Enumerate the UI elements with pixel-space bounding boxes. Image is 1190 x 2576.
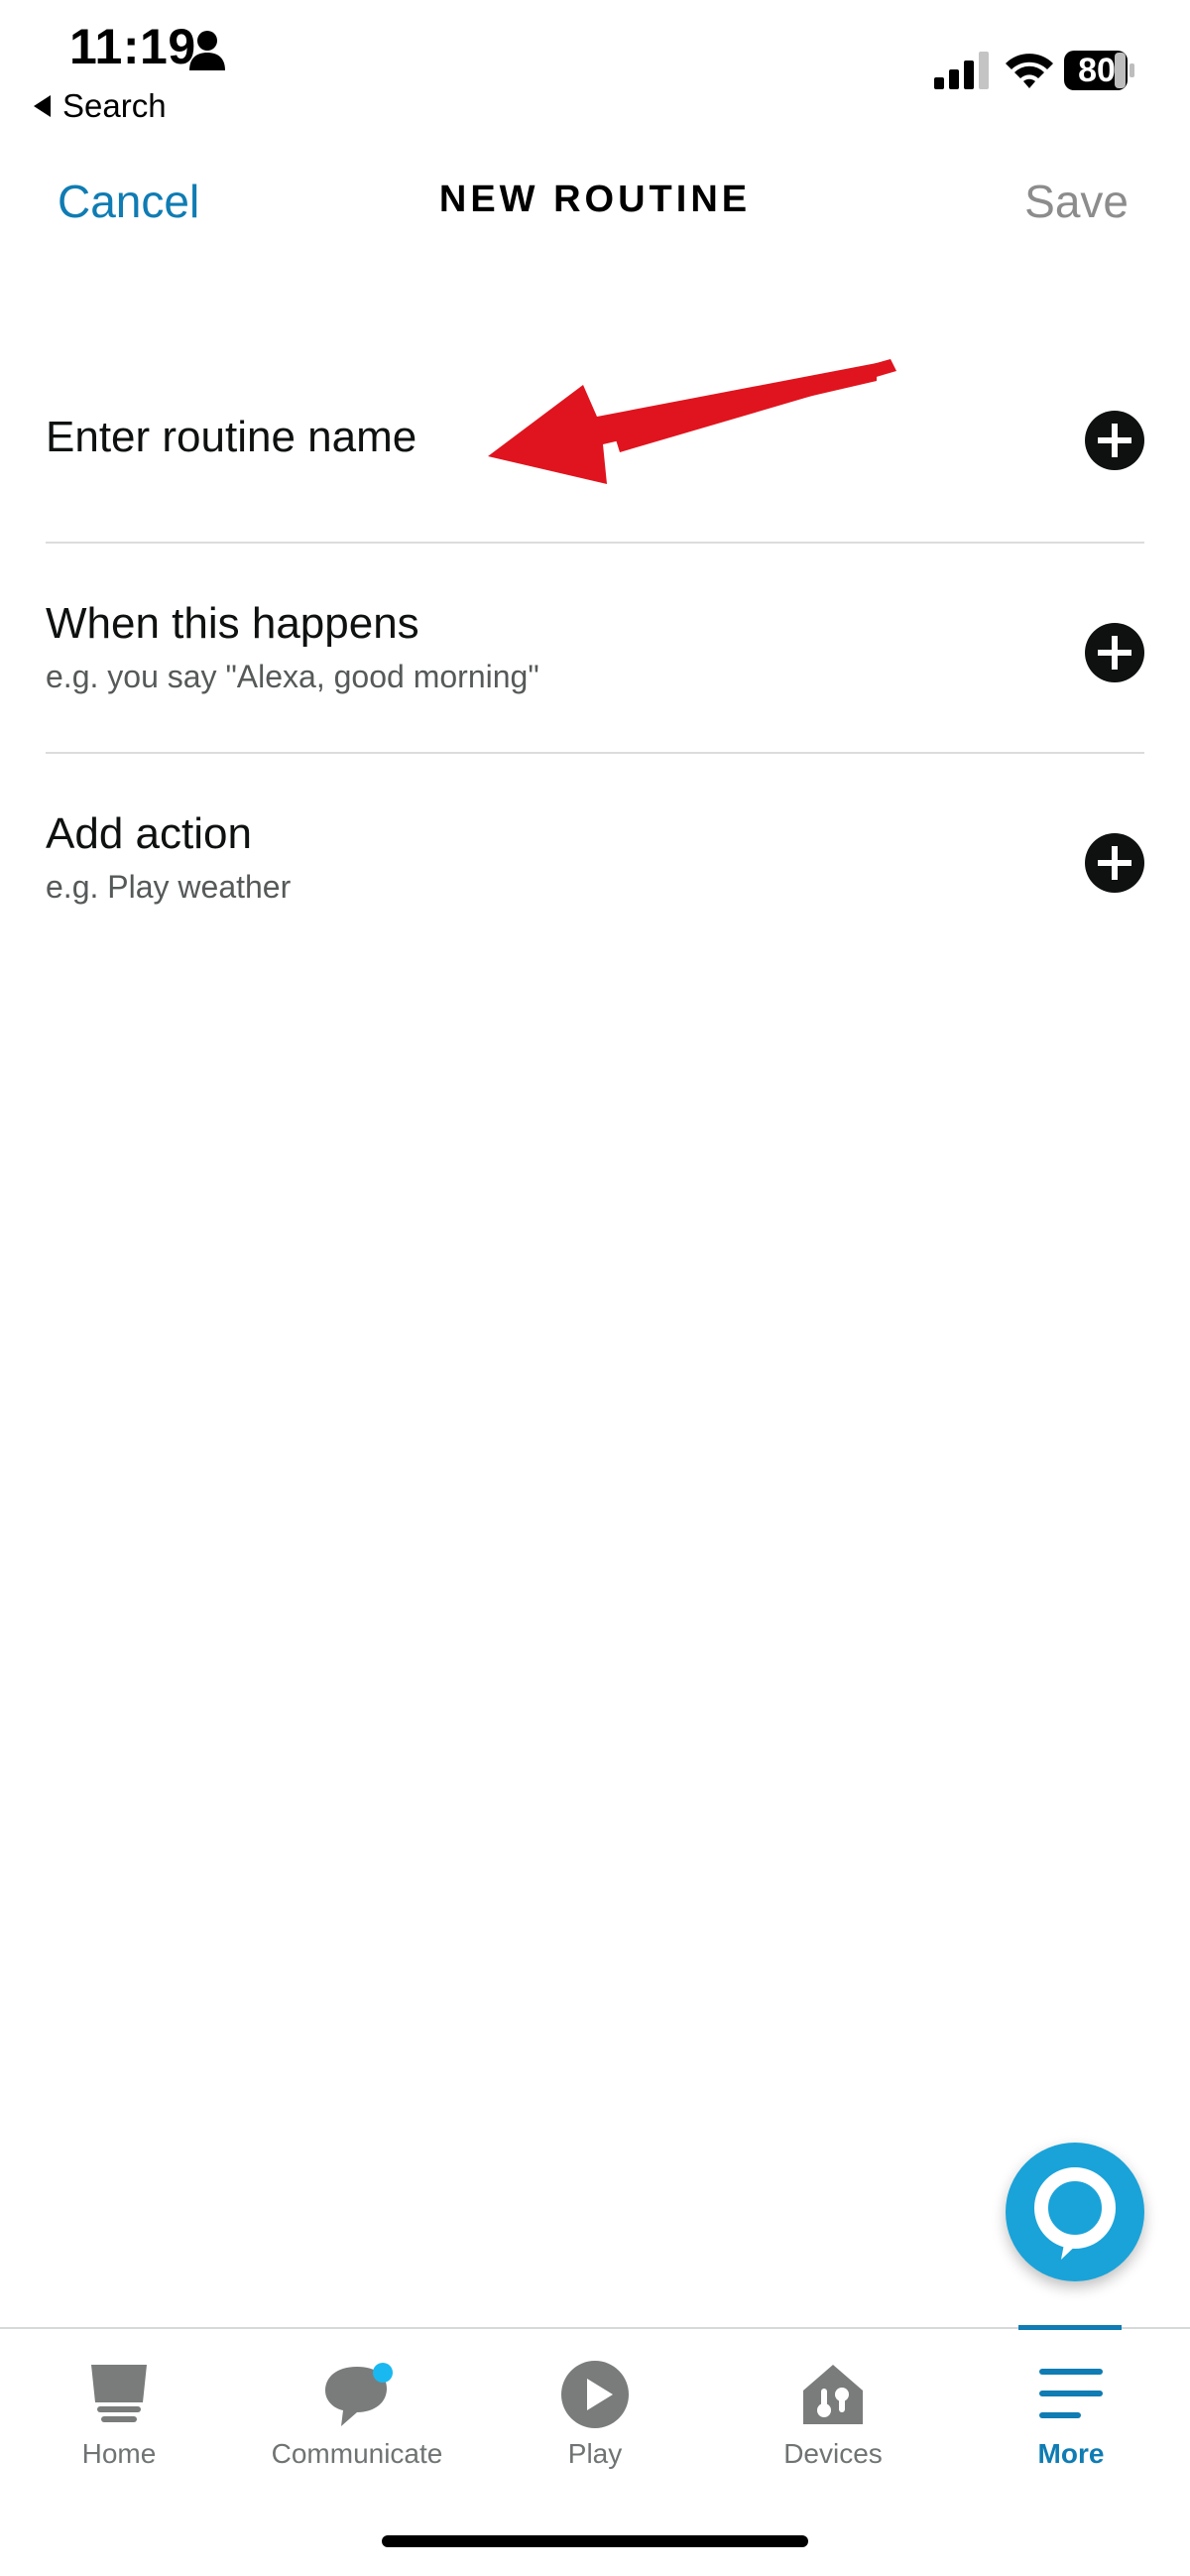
cellular-signal-icon xyxy=(934,52,989,89)
action-row[interactable]: Add action e.g. Play weather xyxy=(46,807,1144,917)
back-triangle-icon xyxy=(34,95,51,117)
screen: 11:19 Search 80 Cancel NEW ROUTINE Save … xyxy=(0,0,1190,2576)
tab-play-label: Play xyxy=(567,2438,623,2469)
action-label: Add action xyxy=(46,809,252,858)
home-indicator[interactable] xyxy=(382,2535,808,2547)
person-icon xyxy=(189,31,225,70)
save-button[interactable]: Save xyxy=(1024,175,1129,228)
back-to-search-link[interactable]: Search xyxy=(34,87,167,125)
add-trigger-icon[interactable] xyxy=(1085,623,1144,682)
devices-icon xyxy=(803,2365,863,2424)
status-time: 11:19 xyxy=(69,19,196,74)
alexa-icon xyxy=(1034,2167,1116,2260)
add-routine-name-icon[interactable] xyxy=(1085,411,1144,470)
tab-devices[interactable]: Devices xyxy=(714,2329,952,2498)
battery-level: 80 xyxy=(1078,52,1116,89)
tab-play[interactable]: Play xyxy=(476,2329,714,2498)
tab-home-label: Home xyxy=(81,2438,157,2469)
tab-devices-label: Devices xyxy=(783,2438,883,2469)
more-icon xyxy=(1039,2369,1103,2418)
communicate-icon xyxy=(325,2363,393,2426)
back-to-search-label: Search xyxy=(62,87,167,124)
wifi-icon xyxy=(1006,54,1053,88)
page-title: NEW ROUTINE xyxy=(438,179,752,220)
tab-home[interactable]: Home xyxy=(0,2329,238,2498)
home-icon xyxy=(91,2365,147,2422)
divider xyxy=(46,542,1144,544)
trigger-row[interactable]: When this happens e.g. you say "Alexa, g… xyxy=(46,597,1144,706)
divider xyxy=(46,752,1144,754)
action-hint: e.g. Play weather xyxy=(46,869,292,905)
trigger-label: When this happens xyxy=(46,599,419,648)
alexa-voice-button[interactable] xyxy=(1006,2143,1144,2281)
tab-more[interactable]: More xyxy=(952,2329,1190,2498)
tab-more-label: More xyxy=(1037,2438,1105,2469)
annotation-arrow xyxy=(488,359,896,484)
trigger-hint: e.g. you say "Alexa, good morning" xyxy=(46,659,539,694)
add-action-icon[interactable] xyxy=(1085,833,1144,893)
tab-communicate-label: Communicate xyxy=(271,2438,443,2469)
tab-communicate[interactable]: Communicate xyxy=(238,2329,476,2498)
play-icon xyxy=(561,2361,629,2428)
